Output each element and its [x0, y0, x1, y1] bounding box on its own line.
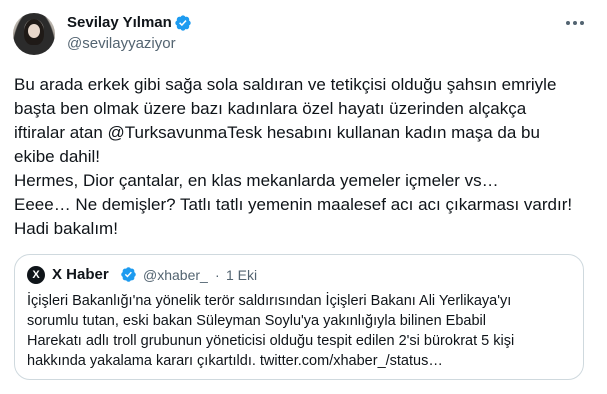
- verified-badge-icon: [175, 15, 191, 31]
- quote-author-handle[interactable]: @xhaber_: [143, 267, 208, 283]
- tweet-text-line: Hadi bakalım!: [14, 219, 118, 238]
- author-avatar[interactable]: [13, 13, 55, 55]
- more-options-icon[interactable]: [562, 12, 588, 34]
- tweet-text: Bu arada erkek gibi sağa sola saldıran v…: [14, 73, 599, 241]
- quote-text-line: Harekatı adlı troll grubunun yöneticisi …: [27, 333, 515, 349]
- tweet-text-line: Hermes, Dior çantalar, en klas mekanlard…: [14, 171, 499, 190]
- tweet-card: Sevilay Yılman @sevilayyaziyor Bu arada …: [0, 0, 607, 394]
- author-name[interactable]: Sevilay Yılman: [67, 14, 172, 31]
- author-handle[interactable]: @sevilayyaziyor: [67, 35, 176, 52]
- quote-text: İçişleri Bakanlığı'na yönelik terör sald…: [27, 291, 577, 371]
- quote-text-line: sorumlu tutan, eski bakan Süleyman Soylu…: [27, 313, 486, 329]
- quote-separator: ·: [215, 267, 220, 283]
- tweet-text-line: başta ben olmak üzere bazı kadınlara öze…: [14, 99, 527, 118]
- quote-author-name[interactable]: X Haber: [52, 266, 109, 283]
- tweet-text-line: ekibe dahil!: [14, 147, 101, 166]
- tweet-text-line-with-mention[interactable]: iftiralar atan @TurksavunmaTesk hesabını…: [14, 121, 599, 145]
- tweet-text-line: Eeee… Ne demişler? Tatlı tatlı yemenin m…: [14, 195, 573, 214]
- tweet-text-line: Bu arada erkek gibi sağa sola saldıran v…: [14, 75, 557, 94]
- quote-text-line: İçişleri Bakanlığı'na yönelik terör sald…: [27, 293, 512, 309]
- quoted-tweet[interactable]: X X Haber @xhaber_ · 1 Eki İçişleri Baka…: [14, 254, 584, 380]
- verified-badge-icon: [121, 267, 136, 282]
- quote-timestamp[interactable]: 1 Eki: [226, 267, 257, 283]
- quote-text-line-with-link[interactable]: hakkında yakalama kararı çıkartıldı. twi…: [27, 351, 577, 371]
- quote-avatar-logo[interactable]: X: [27, 266, 45, 284]
